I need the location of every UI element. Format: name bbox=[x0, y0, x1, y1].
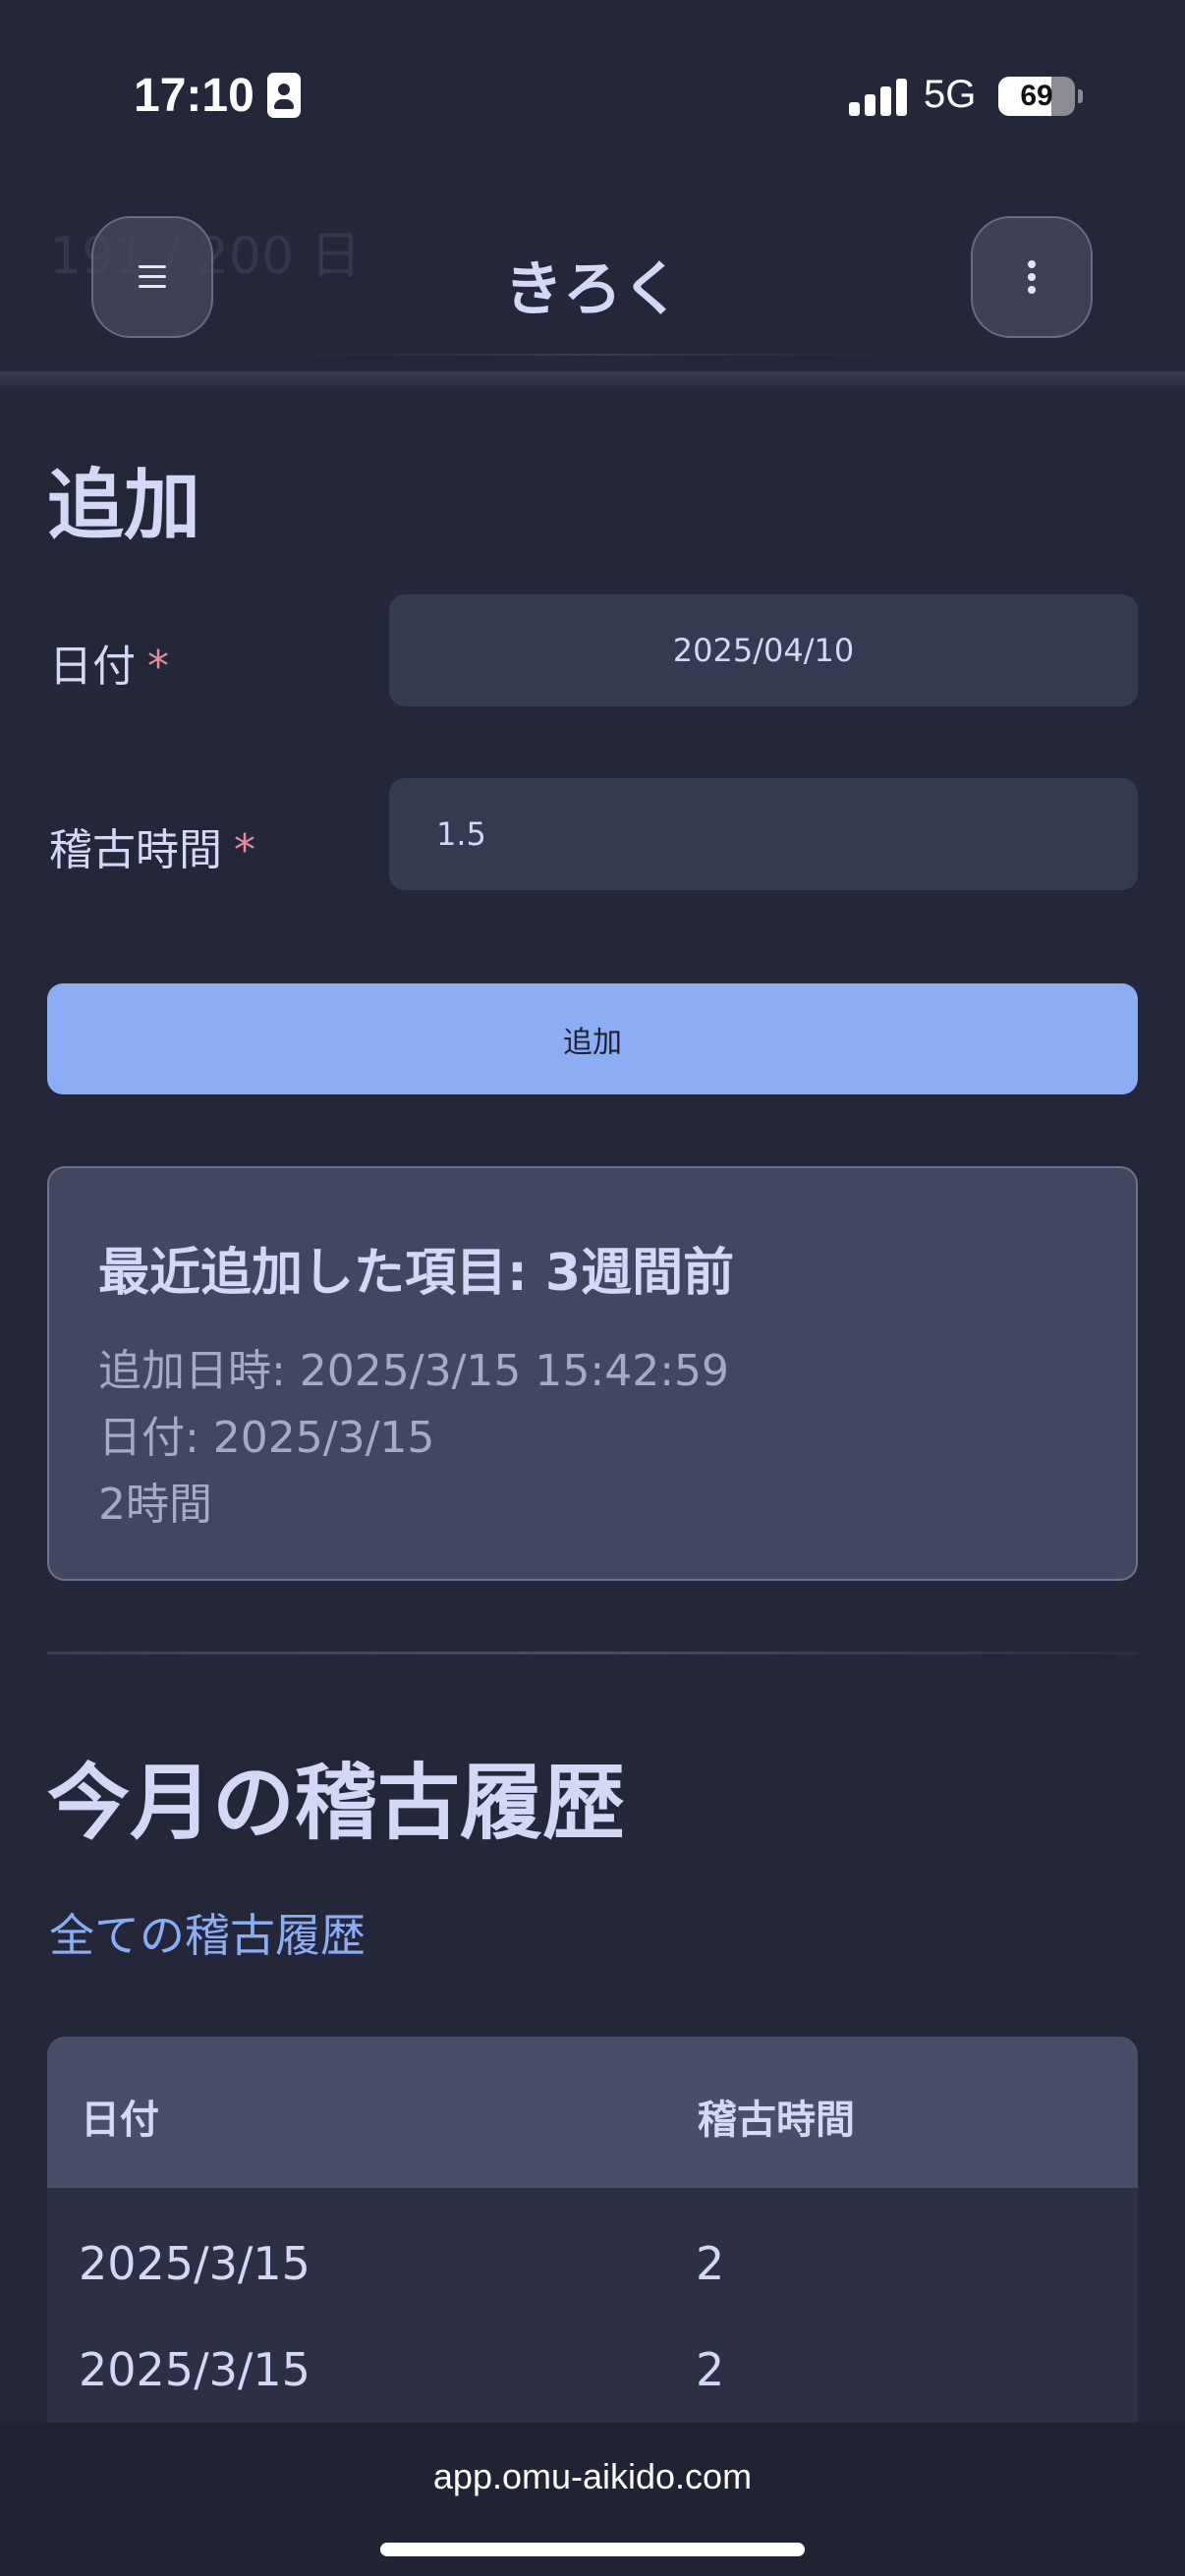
table-row: 2025/3/15 2 bbox=[47, 2188, 1138, 2339]
all-history-link[interactable]: 全ての稽古履歴 bbox=[49, 1900, 366, 1965]
recent-entry-title: 最近追加した項目: 3週間前 bbox=[98, 1244, 735, 1303]
browser-url-bar: app.omu-aikido.com bbox=[0, 2423, 1185, 2576]
table-row: 2025/3/15 2 bbox=[47, 2339, 1138, 2425]
section-divider bbox=[47, 1652, 1138, 1654]
cell-date: 2025/3/15 bbox=[79, 2343, 310, 2396]
signal-icon bbox=[849, 77, 908, 116]
date-input[interactable] bbox=[389, 594, 1138, 706]
battery-tip bbox=[1078, 89, 1083, 103]
add-submit-button[interactable]: 追加 bbox=[47, 983, 1138, 1094]
more-options-button[interactable] bbox=[971, 216, 1093, 338]
recent-entry-card: 最近追加した項目: 3週間前 追加日時: 2025/3/15 15:42:59 … bbox=[47, 1166, 1138, 1581]
hours-label: 稽古時間 * bbox=[49, 814, 255, 877]
recent-date: 日付: 2025/3/15 bbox=[98, 1413, 435, 1463]
cell-hours: 2 bbox=[696, 2343, 725, 2396]
id-badge-icon bbox=[267, 73, 301, 118]
hours-label-text: 稽古時間 bbox=[49, 825, 222, 875]
cell-hours: 2 bbox=[696, 2237, 725, 2290]
hours-input[interactable] bbox=[389, 778, 1138, 890]
status-bar: 17:10 5G 69 bbox=[0, 0, 1185, 196]
required-mark: * bbox=[234, 825, 255, 875]
recent-hours: 2時間 bbox=[98, 1480, 212, 1530]
battery-percent: 69 bbox=[1020, 80, 1053, 112]
recent-added-at: 追加日時: 2025/3/15 15:42:59 bbox=[98, 1346, 730, 1396]
battery-icon: 69 bbox=[998, 77, 1075, 116]
history-table: 日付 稽古時間 2025/3/15 2 2025/3/15 2 bbox=[47, 2037, 1138, 2425]
status-time: 17:10 bbox=[134, 70, 254, 122]
column-header-date: 日付 bbox=[81, 2098, 159, 2143]
kebab-menu-icon bbox=[1028, 260, 1036, 294]
url-text[interactable]: app.omu-aikido.com bbox=[0, 2456, 1185, 2497]
home-indicator[interactable] bbox=[380, 2543, 805, 2556]
history-section-title: 今月の稽古履歴 bbox=[47, 1755, 626, 1851]
header-divider bbox=[295, 354, 890, 356]
column-header-hours: 稽古時間 bbox=[698, 2098, 855, 2143]
add-section-title: 追加 bbox=[47, 462, 201, 550]
app-root: 17:10 5G 69 191 / 200 日 きろく bbox=[0, 0, 1185, 2576]
table-header: 日付 稽古時間 bbox=[47, 2037, 1138, 2188]
required-mark: * bbox=[147, 642, 169, 692]
date-label: 日付 * bbox=[49, 631, 169, 694]
date-label-text: 日付 bbox=[49, 642, 136, 692]
network-label: 5G bbox=[924, 73, 977, 116]
header-shadow bbox=[0, 371, 1185, 393]
cell-date: 2025/3/15 bbox=[79, 2237, 310, 2290]
